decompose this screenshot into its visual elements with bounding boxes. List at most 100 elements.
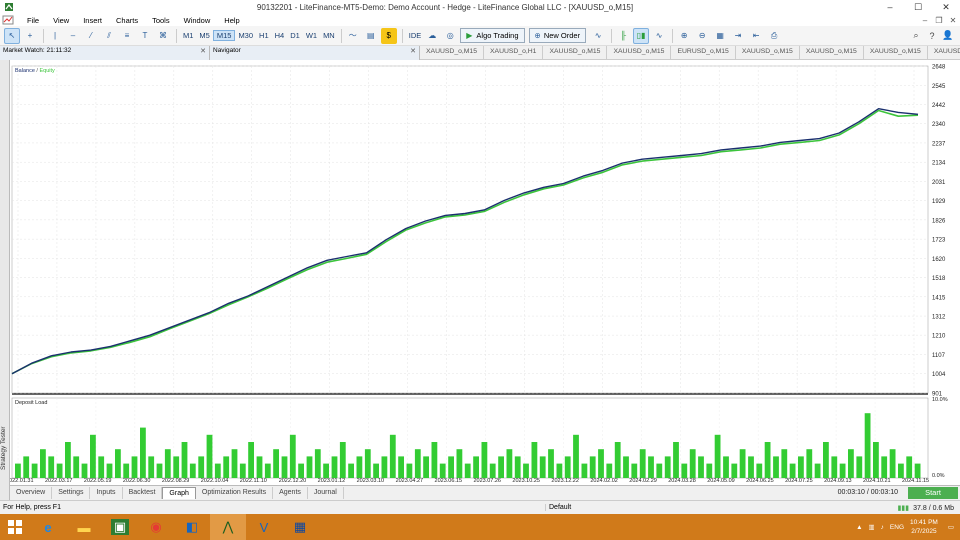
menu-file[interactable]: File: [20, 16, 46, 25]
close-icon[interactable]: ✕: [200, 47, 206, 55]
close-icon[interactable]: ✕: [932, 2, 960, 13]
clock[interactable]: 10:41 PM 2/7/2025: [910, 518, 938, 536]
child-close-icon[interactable]: ✕: [946, 16, 960, 25]
tab-inputs[interactable]: Inputs: [90, 486, 123, 499]
metatrader-icon[interactable]: ⋀: [210, 514, 246, 540]
templates-icon[interactable]: ▤: [363, 28, 379, 44]
chrome-icon[interactable]: ◉: [138, 514, 174, 540]
candlestick-icon[interactable]: ▯▮: [633, 27, 650, 44]
menu-view[interactable]: View: [46, 16, 76, 25]
bar-chart-icon[interactable]: ╟: [615, 28, 631, 44]
crosshair-icon[interactable]: +: [22, 28, 38, 44]
start-button[interactable]: Start: [908, 486, 958, 499]
cloud-icon[interactable]: ☁: [424, 28, 440, 44]
balance-equity-chart[interactable]: 2648 2545 2442 2340 2237 2134 2031 1929 1826 1723…: [10, 60, 960, 485]
child-minimize-icon[interactable]: –: [918, 16, 932, 25]
autoscroll-icon[interactable]: ⇥: [730, 28, 746, 44]
signals-icon[interactable]: ∿: [590, 28, 606, 44]
store-icon[interactable]: ▣: [102, 514, 138, 540]
x-tick-label: 2024.02.29: [629, 478, 657, 484]
timeframe-m5[interactable]: M5: [196, 31, 212, 40]
tab-graph[interactable]: Graph: [162, 486, 196, 499]
screenshot-icon[interactable]: ⎙: [766, 28, 782, 44]
tab-agents[interactable]: Agents: [273, 486, 308, 499]
cursor-icon[interactable]: ↖: [4, 27, 20, 44]
new-order-button[interactable]: ⊕ New Order: [528, 28, 587, 43]
search-icon[interactable]: ⌕: [908, 30, 924, 41]
chart-legend: Balance / Equity: [15, 68, 55, 74]
volume-icon[interactable]: ♪: [881, 524, 884, 531]
market-watch-header[interactable]: Market Watch: 21:11:32 ✕: [0, 46, 210, 60]
tab-overview[interactable]: Overview: [10, 486, 53, 499]
deposit-bar: [373, 463, 379, 478]
text-icon[interactable]: T: [137, 28, 153, 44]
deposit-bar: [623, 456, 629, 478]
legend-balance: Balance: [15, 68, 35, 74]
deposit-bar: [181, 442, 188, 478]
timeframe-m1[interactable]: M1: [180, 31, 196, 40]
timeframe-m15[interactable]: M15: [212, 30, 236, 41]
child-restore-icon[interactable]: ❐: [932, 16, 946, 25]
tab-backtest[interactable]: Backtest: [123, 486, 163, 499]
deposit-bar: [65, 442, 71, 478]
tab-settings[interactable]: Settings: [52, 486, 91, 499]
menu-window[interactable]: Window: [177, 16, 218, 25]
chart-tab[interactable]: XAUUSD_o,M15: [800, 46, 864, 59]
menu-help[interactable]: Help: [217, 16, 246, 25]
tab-optimization-results[interactable]: Optimization Results: [196, 486, 274, 499]
chart-tab[interactable]: EURUSD_o,M15: [671, 46, 736, 59]
account-icon[interactable]: 👤: [940, 30, 956, 41]
chart-tab[interactable]: XAUUSD_o,M15: [420, 46, 484, 59]
help-icon[interactable]: ?: [924, 31, 940, 41]
channel-icon[interactable]: ⫽: [101, 28, 117, 44]
legend-equity: Equity: [39, 68, 55, 74]
file-explorer-icon[interactable]: ▬: [66, 514, 102, 540]
network-icon[interactable]: ▥: [869, 523, 875, 531]
timeframe-h1[interactable]: H1: [256, 31, 272, 40]
app-icon[interactable]: ◧: [174, 514, 210, 540]
menu-tools[interactable]: Tools: [145, 16, 177, 25]
dollar-icon[interactable]: $: [380, 27, 397, 44]
timeframe-m30[interactable]: M30: [235, 31, 256, 40]
vscode-icon[interactable]: V: [246, 514, 282, 540]
zoom-out-icon[interactable]: ⊖: [694, 28, 710, 44]
vps-icon[interactable]: ◎: [442, 28, 458, 44]
deposit-bar: [581, 463, 588, 478]
tab-journal[interactable]: Journal: [308, 486, 344, 499]
maximize-icon[interactable]: ☐: [904, 2, 932, 13]
chart-tab[interactable]: XAUUSD_o,M15: [736, 46, 800, 59]
chart-tab[interactable]: XAUUSD_o,M15: [543, 46, 608, 59]
vertical-line-icon[interactable]: |: [47, 28, 63, 44]
windows-start-icon[interactable]: [0, 514, 30, 540]
ie-icon[interactable]: e: [30, 514, 66, 540]
menu-charts[interactable]: Charts: [109, 16, 145, 25]
chart-shift-icon[interactable]: ⇤: [748, 28, 764, 44]
ide-button[interactable]: IDE: [406, 31, 425, 40]
tray-arrow-icon[interactable]: ▲: [856, 524, 862, 531]
chart-tab[interactable]: XAUUSD_o,M15: [864, 46, 928, 59]
line-chart-icon[interactable]: ∿: [651, 28, 667, 44]
chart-area[interactable]: 2648 2545 2442 2340 2237 2134 2031 1929 1826 1723…: [10, 60, 960, 485]
timeframe-mn[interactable]: MN: [320, 31, 338, 40]
chart-tab[interactable]: XAUUSD_o,H1: [484, 46, 544, 59]
navigator-header[interactable]: Navigator ✕: [210, 46, 420, 60]
timeframe-d1[interactable]: D1: [287, 31, 303, 40]
timeframe-h4[interactable]: H4: [272, 31, 288, 40]
timeframe-w1[interactable]: W1: [303, 31, 320, 40]
chart-tab[interactable]: XAUUSD_o,M15: [607, 46, 672, 59]
notifications-icon[interactable]: ▭: [948, 523, 954, 531]
algo-trading-button[interactable]: ▶ Algo Trading: [460, 28, 525, 43]
chip-icon[interactable]: ▦: [282, 514, 318, 540]
language-indicator[interactable]: ENG: [890, 524, 904, 531]
trendline-icon[interactable]: ⁄: [83, 28, 99, 44]
fibonacci-icon[interactable]: ≡: [119, 28, 135, 44]
zoom-in-icon[interactable]: ⊕: [676, 28, 692, 44]
indicators-icon[interactable]: 〜: [345, 28, 361, 44]
shapes-icon[interactable]: ⌘: [155, 28, 171, 44]
horizontal-line-icon[interactable]: –: [65, 28, 81, 44]
chart-tab[interactable]: XAUUSD_o,H4: [928, 46, 960, 59]
close-icon[interactable]: ✕: [410, 47, 416, 55]
menu-insert[interactable]: Insert: [76, 16, 109, 25]
minimize-icon[interactable]: –: [876, 2, 904, 13]
grid-icon[interactable]: ▦: [712, 28, 728, 44]
